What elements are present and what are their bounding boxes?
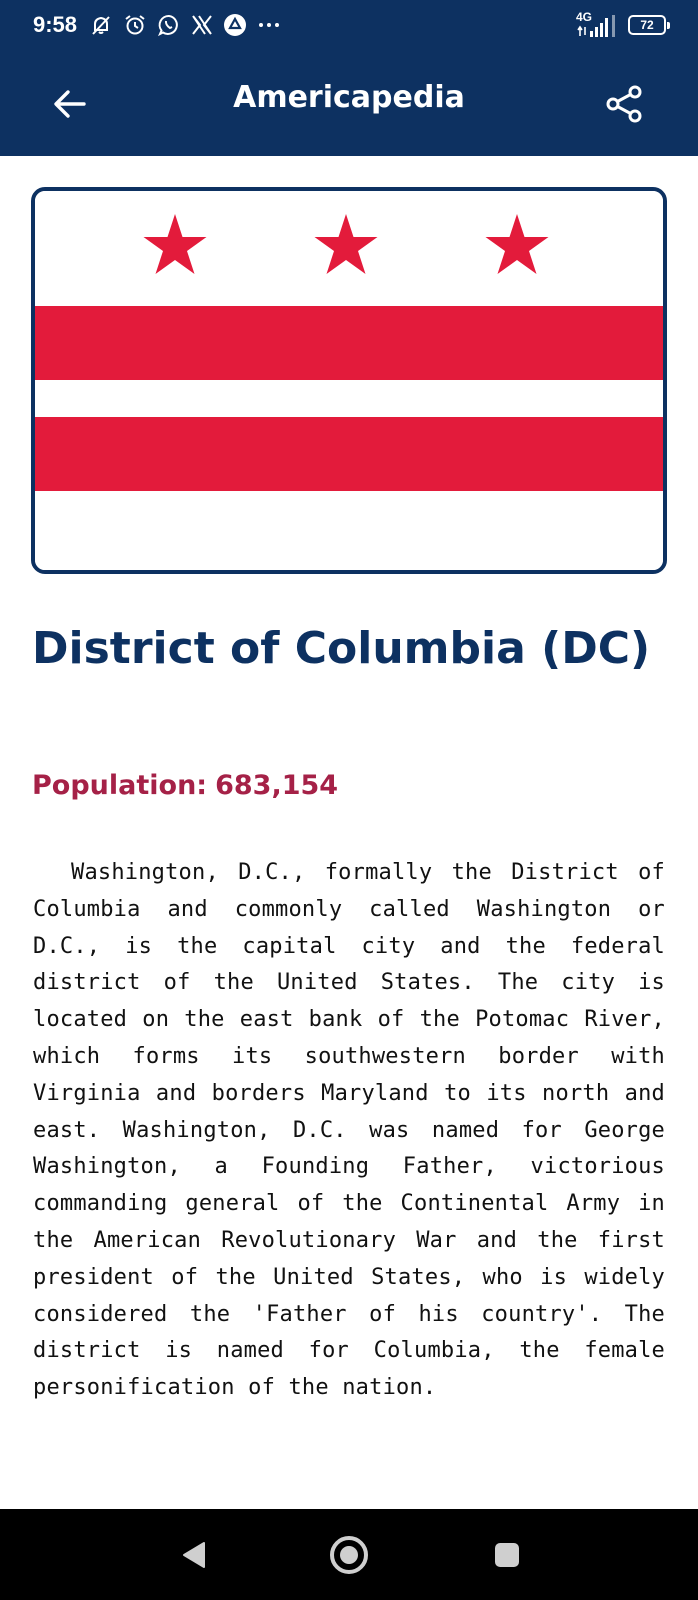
nav-recents-button[interactable] xyxy=(483,1531,531,1579)
nav-home-button[interactable] xyxy=(325,1531,373,1579)
flag-stripe-red xyxy=(35,417,663,491)
top-header: 9:58 4G 72 Americapedia xyxy=(0,0,698,156)
status-notification-icons xyxy=(89,11,281,39)
system-nav-bar xyxy=(0,1509,698,1600)
flag-stripe-red xyxy=(35,306,663,380)
battery-level: 72 xyxy=(640,18,654,32)
dc-flag xyxy=(35,191,663,570)
app-title: Americapedia xyxy=(233,80,465,115)
x-icon xyxy=(191,14,213,36)
whatsapp-icon xyxy=(157,13,181,37)
status-bar: 9:58 4G 72 xyxy=(0,0,698,52)
flag-image xyxy=(31,187,667,574)
back-triangle-icon xyxy=(183,1542,205,1568)
alarm-icon xyxy=(123,13,147,37)
population-value: 683,154 xyxy=(215,770,339,801)
notification-muted-icon xyxy=(89,13,113,37)
description-text: Washington, D.C., formally the District … xyxy=(33,860,665,1401)
more-dots-icon xyxy=(257,20,281,30)
recents-square-icon xyxy=(495,1543,519,1567)
status-system-icons: 4G 72 xyxy=(576,10,670,38)
nav-back-button[interactable] xyxy=(170,1531,218,1579)
battery-indicator: 72 xyxy=(628,15,670,35)
page-title: District of Columbia (DC) xyxy=(32,623,651,674)
status-time: 9:58 xyxy=(33,12,78,37)
app-bar: Americapedia xyxy=(0,52,698,156)
signal-icon: 4G xyxy=(576,10,620,38)
share-button[interactable] xyxy=(598,78,650,130)
population: Population: 683,154 xyxy=(32,770,338,801)
share-icon xyxy=(606,85,642,123)
home-circle-icon xyxy=(330,1536,368,1574)
population-label: Population: xyxy=(32,770,208,801)
drive-icon xyxy=(223,13,247,37)
